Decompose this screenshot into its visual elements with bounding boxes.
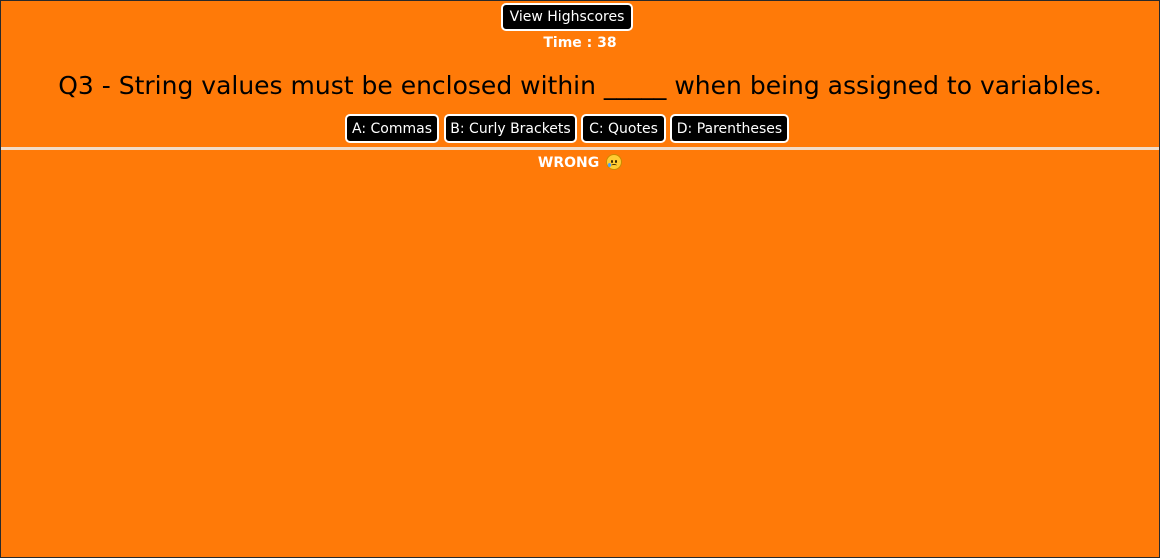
divider [1,147,1159,150]
question-text: Q3 - String values must be enclosed with… [58,71,1102,100]
answer-b-button[interactable]: B: Curly Brackets [444,114,577,143]
answer-a-button[interactable]: A: Commas [345,114,439,143]
answer-c-button[interactable]: C: Quotes [581,114,666,143]
view-highscores-button[interactable]: View Highscores [501,3,633,31]
answer-d-button[interactable]: D: Parentheses [670,114,789,143]
feedback-message: WRONG [1,154,1159,171]
sad-tear-face-icon [606,154,623,170]
feedback-text: WRONG [537,155,600,171]
timer-display: Time : 38 [543,35,617,51]
